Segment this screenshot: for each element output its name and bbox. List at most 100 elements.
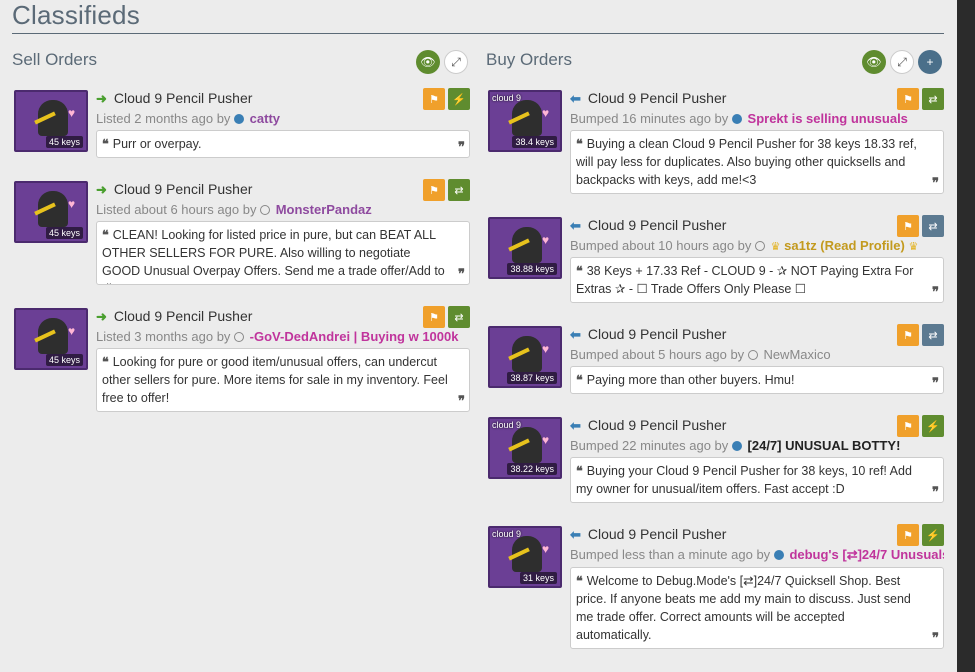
user-link[interactable]: debug's [⇄]24/7 Unusuals <box>789 547 944 562</box>
trade-exchange-icon[interactable]: ⇄ <box>922 88 944 110</box>
item-image[interactable]: ♥ 45 keys <box>14 308 88 370</box>
online-status-icon <box>731 114 742 124</box>
sell-orders-title: Sell Orders <box>12 50 98 69</box>
effect-label: cloud 9 <box>492 93 522 103</box>
report-flag-icon[interactable]: ⚑ <box>897 415 919 437</box>
report-flag-icon[interactable]: ⚑ <box>897 524 919 546</box>
expand-icon[interactable]: ⤢ <box>890 50 914 74</box>
sell-arrow-icon: ➜ <box>96 91 107 106</box>
offline-status-icon <box>747 350 758 360</box>
item-image[interactable]: ♥ 38.88 keys <box>488 217 562 279</box>
buy-orders-column: Buy Orders 👁 ⤢ + cloud 9 ♥ 38.4 keys ⬅ C… <box>486 46 944 666</box>
offline-status-icon <box>755 241 766 251</box>
trade-exchange-icon[interactable]: ⇄ <box>922 324 944 346</box>
report-flag-icon[interactable]: ⚑ <box>423 88 445 110</box>
item-name[interactable]: Cloud 9 Pencil Pusher <box>114 308 253 324</box>
trade-exchange-icon[interactable]: ⇄ <box>448 179 470 201</box>
report-flag-icon[interactable]: ⚑ <box>423 306 445 328</box>
instant-trade-icon[interactable]: ⚡ <box>922 415 944 437</box>
online-status-icon <box>731 441 742 451</box>
trade-exchange-icon[interactable]: ⇄ <box>922 215 944 237</box>
listing-comment: ❝ CLEAN! Looking for listed price in pure… <box>96 221 470 285</box>
quote-close-icon: ❞ <box>932 284 939 299</box>
quote-open-icon: ❝ <box>102 228 109 242</box>
price-tag: 38.88 keys <box>507 263 557 275</box>
quote-close-icon: ❞ <box>932 484 939 499</box>
report-flag-icon[interactable]: ⚑ <box>423 179 445 201</box>
item-image[interactable]: cloud 9 ♥ 38.22 keys <box>488 417 562 479</box>
price-tag: 38.87 keys <box>507 372 557 384</box>
user-link[interactable]: Sprekt is selling unusuals <box>748 111 908 126</box>
listing-meta: Bumped 22 minutes ago by <box>570 438 729 453</box>
user-link[interactable]: -GoV-DedAndrei | Buying w 1000k <box>250 329 459 344</box>
quote-open-icon: ❝ <box>576 137 583 151</box>
eye-toggle-icon[interactable]: 👁 <box>862 50 886 74</box>
item-name[interactable]: Cloud 9 Pencil Pusher <box>588 217 727 233</box>
item-image[interactable]: ♥ 45 keys <box>14 90 88 152</box>
effect-label: cloud 9 <box>492 420 522 430</box>
listing-comment: ❝ Paying more than other buyers. Hmu! ❞ <box>570 366 944 394</box>
buy-arrow-icon: ⬅ <box>570 91 581 106</box>
user-link[interactable]: [24/7] UNUSUAL BOTTY! <box>748 438 901 453</box>
crown-icon: ♛ <box>770 241 781 253</box>
listing-meta: Listed 2 months ago by <box>96 111 231 126</box>
item-name[interactable]: Cloud 9 Pencil Pusher <box>114 181 253 197</box>
quote-open-icon: ❝ <box>102 137 109 151</box>
price-tag: 38.22 keys <box>507 463 557 475</box>
expand-icon[interactable]: ⤢ <box>444 50 468 74</box>
item-name[interactable]: Cloud 9 Pencil Pusher <box>588 417 727 433</box>
sell-arrow-icon: ➜ <box>96 309 107 324</box>
item-image[interactable]: ♥ 38.87 keys <box>488 326 562 388</box>
price-tag: 38.4 keys <box>512 136 557 148</box>
listing-comment: ❝ Looking for pure or good item/unusual o… <box>96 348 470 412</box>
sell-orders-header: Sell Orders 👁 ⤢ <box>12 46 470 76</box>
quote-open-icon: ❝ <box>102 355 109 369</box>
add-listing-icon[interactable]: + <box>918 50 942 74</box>
listing-meta: Bumped 16 minutes ago by <box>570 111 729 126</box>
online-status-icon <box>773 550 784 560</box>
title-divider <box>12 33 944 34</box>
quote-close-icon: ❞ <box>458 266 465 281</box>
trade-exchange-icon[interactable]: ⇄ <box>448 306 470 328</box>
report-flag-icon[interactable]: ⚑ <box>897 88 919 110</box>
quote-open-icon: ❝ <box>576 464 583 478</box>
buy-arrow-icon: ⬅ <box>570 218 581 233</box>
item-name[interactable]: Cloud 9 Pencil Pusher <box>588 526 727 542</box>
eye-toggle-icon[interactable]: 👁 <box>416 50 440 74</box>
user-link[interactable]: NewMaxico <box>763 347 830 362</box>
offline-status-icon <box>260 205 271 215</box>
instant-trade-icon[interactable]: ⚡ <box>448 88 470 110</box>
instant-trade-icon[interactable]: ⚡ <box>922 524 944 546</box>
quote-open-icon: ❝ <box>576 574 583 588</box>
listing-meta: Listed 3 months ago by <box>96 329 231 344</box>
buy-orders-header: Buy Orders 👁 ⤢ + <box>486 46 944 76</box>
crown-icon: ♛ <box>908 241 919 253</box>
price-tag: 45 keys <box>45 354 83 366</box>
item-image[interactable]: cloud 9 ♥ 38.4 keys <box>488 90 562 152</box>
sell-orders-column: Sell Orders 👁 ⤢ ♥ 45 keys ➜ Cloud 9 Penc… <box>12 46 470 426</box>
item-image[interactable]: cloud 9 ♥ 31 keys <box>488 526 562 588</box>
listing-meta: Bumped about 10 hours ago by <box>570 238 752 253</box>
item-name[interactable]: Cloud 9 Pencil Pusher <box>588 90 727 106</box>
price-tag: 45 keys <box>45 136 83 148</box>
offline-status-icon <box>234 332 245 342</box>
item-name[interactable]: Cloud 9 Pencil Pusher <box>114 90 253 106</box>
buy-arrow-icon: ⬅ <box>570 418 581 433</box>
listing-comment: ❝ Welcome to Debug.Mode's [⇄]24/7 Quickse… <box>570 567 944 649</box>
report-flag-icon[interactable]: ⚑ <box>897 215 919 237</box>
user-link[interactable]: MonsterPandaz <box>276 202 372 217</box>
user-link[interactable]: sa1tz (Read Profile) <box>784 238 905 253</box>
quote-open-icon: ❝ <box>576 264 583 278</box>
item-image[interactable]: ♥ 45 keys <box>14 181 88 243</box>
quote-open-icon: ❝ <box>576 373 583 387</box>
item-name[interactable]: Cloud 9 Pencil Pusher <box>588 326 727 342</box>
listing-comment: ❝ Purr or overpay. ❞ <box>96 130 470 158</box>
listing-meta: Bumped about 5 hours ago by <box>570 347 745 362</box>
listing-meta: Listed about 6 hours ago by <box>96 202 257 217</box>
user-link[interactable]: catty <box>250 111 280 126</box>
report-flag-icon[interactable]: ⚑ <box>897 324 919 346</box>
right-edge-bar <box>957 0 975 672</box>
price-tag: 31 keys <box>519 572 557 584</box>
page-title: Classifieds <box>12 0 140 30</box>
buy-arrow-icon: ⬅ <box>570 327 581 342</box>
